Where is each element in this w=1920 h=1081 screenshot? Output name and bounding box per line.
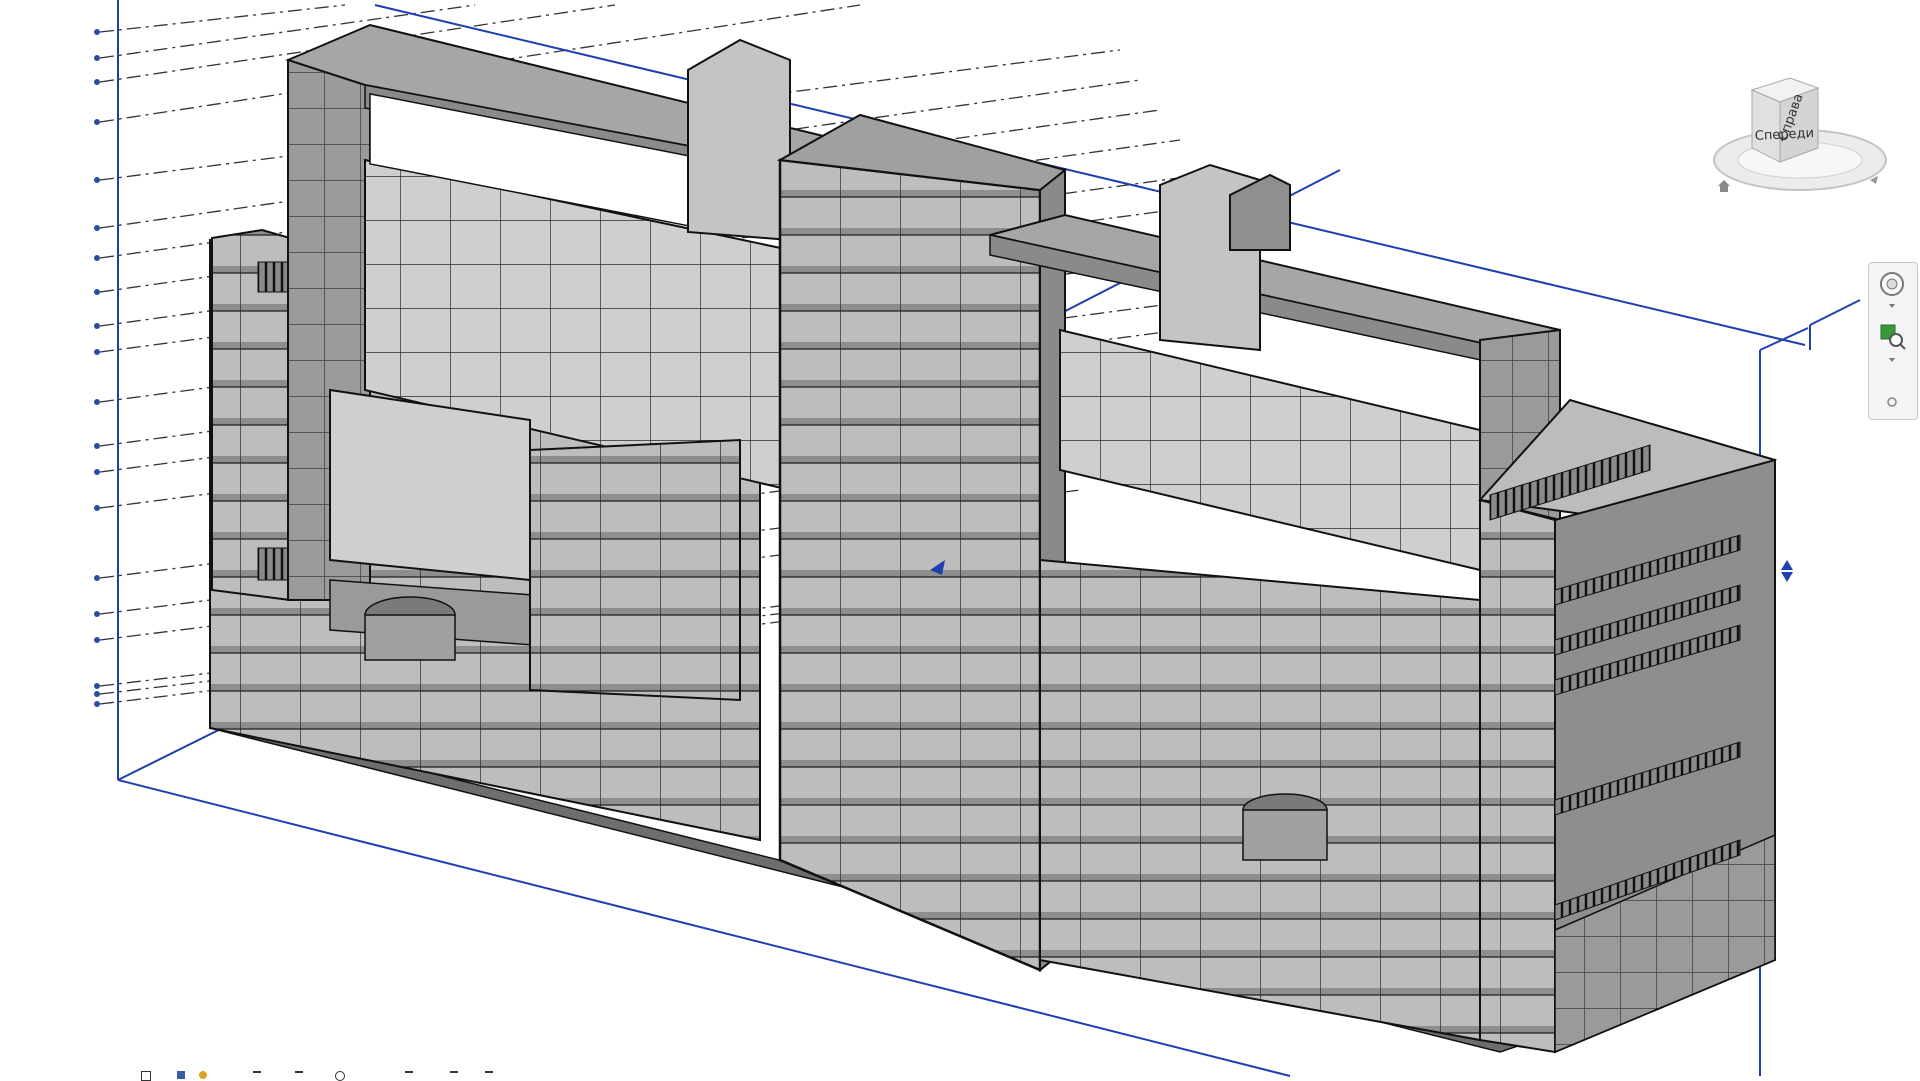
view-control-bar xyxy=(135,1071,555,1081)
section-box-grip-icon[interactable] xyxy=(1781,560,1793,582)
level-heads xyxy=(94,29,100,707)
steering-wheel-icon[interactable] xyxy=(1877,269,1907,299)
viewcube[interactable]: Спереди Справа xyxy=(1700,70,1900,210)
chevron-down-icon-2[interactable] xyxy=(1877,353,1907,367)
left-window-lower xyxy=(257,547,289,581)
atrium-wall-right xyxy=(1059,328,1481,572)
visual-style-icon[interactable] xyxy=(199,1071,207,1079)
left-cylinder-body xyxy=(364,614,456,661)
stair-core-left xyxy=(687,38,791,242)
left-hall-block xyxy=(329,388,531,582)
settings-icon[interactable] xyxy=(1877,393,1907,411)
east-block-front xyxy=(1479,498,1556,1054)
home-icon[interactable] xyxy=(1718,180,1730,192)
chevron-down-icon[interactable] xyxy=(1877,299,1907,313)
left-window-upper xyxy=(257,261,289,293)
central-tower xyxy=(778,158,1042,972)
navigation-bar xyxy=(1868,262,1918,420)
zoom-region-icon[interactable] xyxy=(1877,321,1907,351)
left-gallery-block xyxy=(529,438,741,702)
right-cylinder-body xyxy=(1242,809,1328,861)
model-viewport[interactable] xyxy=(0,0,1920,1080)
detail-level-icon[interactable] xyxy=(177,1071,185,1079)
